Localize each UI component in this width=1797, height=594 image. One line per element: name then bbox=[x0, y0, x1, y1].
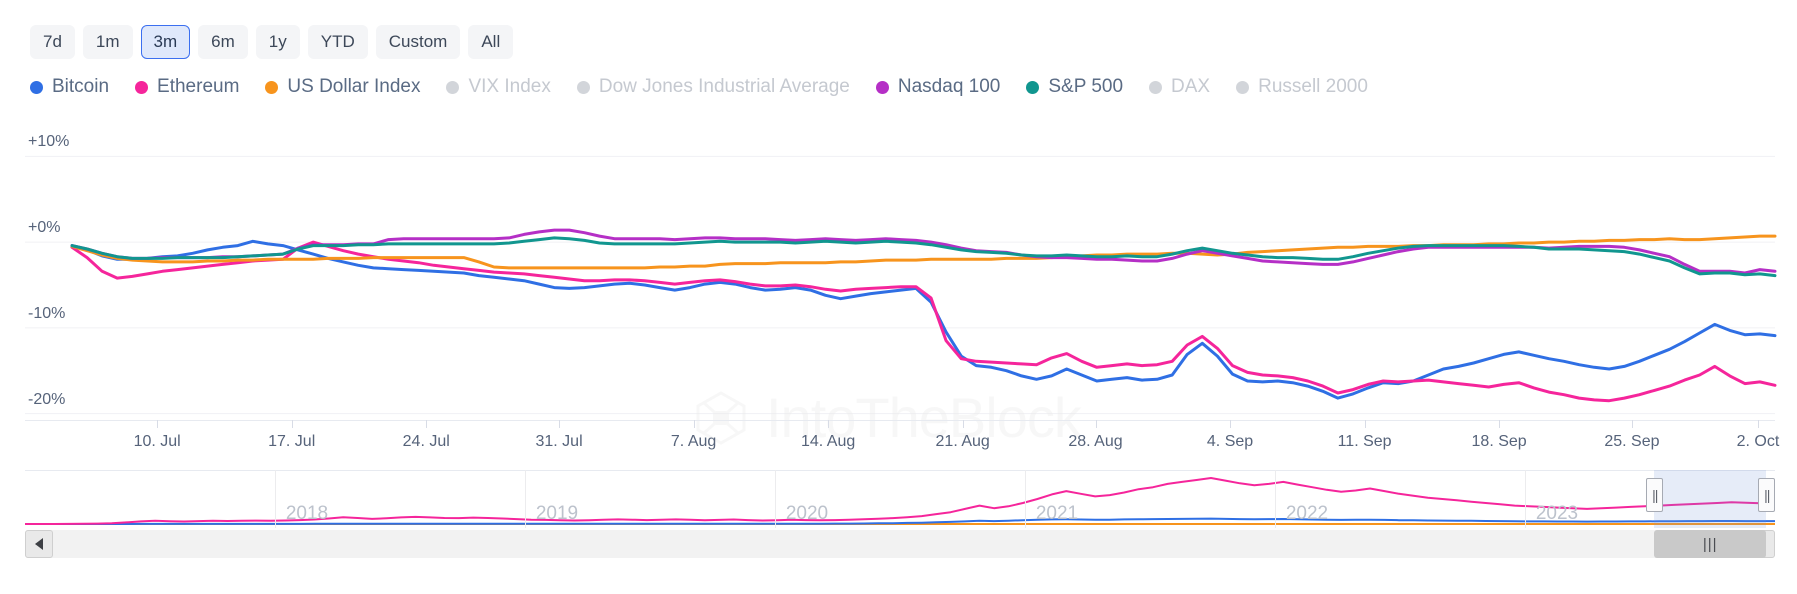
x-tick-mark bbox=[1230, 420, 1232, 428]
scroll-left-button[interactable] bbox=[25, 530, 53, 558]
legend-dot-icon bbox=[875, 80, 889, 94]
range-button-3m[interactable]: 3m bbox=[140, 25, 191, 59]
x-axis-label: 10. Jul bbox=[133, 433, 181, 450]
navigator-year-label: 2022 bbox=[1285, 503, 1329, 524]
range-button-1m[interactable]: 1m bbox=[82, 25, 133, 59]
legend-item-s-p-500[interactable]: S&P 500 bbox=[1026, 76, 1123, 98]
legend-label: DAX bbox=[1171, 76, 1211, 97]
left-arrow-icon bbox=[35, 538, 43, 550]
navigator-handle-left-glyph: || bbox=[1652, 487, 1658, 503]
chart-legend: Bitcoin Ethereum US Dollar Index VIX Index D… bbox=[30, 76, 1394, 98]
x-axis-label: 24. Jul bbox=[402, 433, 450, 450]
navigator-year-label: 2023 bbox=[1535, 503, 1579, 524]
legend-dot-icon bbox=[446, 80, 460, 94]
legend-dot-icon bbox=[1026, 80, 1040, 94]
x-axis: 10. Jul 17. Jul 24. Jul 31. Jul 7. Aug 14. Au… bbox=[0, 420, 1797, 460]
range-selector: 7d 1m 3m 6m 1y YTD Custom All bbox=[30, 25, 514, 59]
x-tick-mark bbox=[828, 420, 830, 428]
scrollbar-track[interactable] bbox=[25, 530, 1775, 558]
legend-item-vix-index[interactable]: VIX Index bbox=[446, 76, 551, 98]
navigator-scrollbar[interactable]: ||| bbox=[25, 530, 1775, 558]
series-lines bbox=[25, 155, 1777, 415]
legend-dot-icon bbox=[576, 80, 590, 94]
scrollbar-thumb[interactable]: ||| bbox=[1654, 530, 1767, 558]
x-tick-mark bbox=[1757, 420, 1759, 428]
range-button-7d[interactable]: 7d bbox=[30, 25, 75, 59]
range-button-6m[interactable]: 6m bbox=[198, 25, 248, 59]
navigator-gridline bbox=[1025, 470, 1026, 528]
range-button-custom[interactable]: Custom bbox=[375, 25, 461, 59]
navigator-gridline bbox=[525, 470, 526, 528]
x-axis-label: 18. Sep bbox=[1471, 433, 1527, 450]
x-axis-line bbox=[25, 420, 1775, 421]
series-line-ethereum bbox=[70, 240, 1777, 403]
x-axis-label: 31. Jul bbox=[535, 433, 583, 450]
x-tick-mark bbox=[559, 420, 561, 428]
legend-item-bitcoin[interactable]: Bitcoin bbox=[30, 76, 109, 98]
x-tick-mark bbox=[1499, 420, 1501, 428]
x-axis-label: 2. Oct bbox=[1736, 433, 1780, 450]
x-tick-mark bbox=[962, 420, 964, 428]
scrollbar-thumb-glyph: ||| bbox=[1702, 535, 1718, 553]
x-axis-label: 7. Aug bbox=[670, 433, 717, 450]
legend-item-dax[interactable]: DAX bbox=[1149, 76, 1210, 98]
navigator-gridline bbox=[275, 470, 276, 528]
navigator-gridline bbox=[775, 470, 776, 528]
legend-dot-icon bbox=[265, 80, 279, 94]
navigator-handle-right[interactable]: || bbox=[1758, 478, 1776, 512]
legend-label: Bitcoin bbox=[52, 76, 110, 97]
series-line-bitcoin bbox=[70, 239, 1777, 400]
series-line-nasdaq-100 bbox=[70, 228, 1777, 275]
x-tick-mark bbox=[693, 420, 695, 428]
navigator-handle-left[interactable]: || bbox=[1646, 478, 1664, 512]
x-tick-mark bbox=[426, 420, 428, 428]
legend-item-us-dollar-index[interactable]: US Dollar Index bbox=[265, 76, 420, 98]
x-tick-mark bbox=[157, 420, 159, 428]
navigator-year-label: 2018 bbox=[285, 503, 329, 524]
legend-label: S&P 500 bbox=[1048, 76, 1124, 97]
plot-area: +10% +0% -10% -20% IntoTheBlock bbox=[0, 133, 1797, 449]
legend-dot-icon bbox=[30, 80, 43, 94]
x-tick-mark bbox=[1095, 420, 1097, 428]
legend-label: Russell 2000 bbox=[1258, 76, 1368, 97]
x-axis-label: 25. Sep bbox=[1604, 433, 1660, 450]
navigator-year-label: 2021 bbox=[1035, 503, 1079, 524]
navigator-year-label: 2020 bbox=[785, 503, 829, 524]
range-button-ytd[interactable]: YTD bbox=[307, 25, 368, 59]
navigator-handle-right-glyph: || bbox=[1764, 487, 1770, 503]
navigator-selection[interactable] bbox=[1654, 470, 1767, 528]
legend-dot-icon bbox=[135, 80, 149, 94]
navigator-year-label: 2019 bbox=[535, 503, 579, 524]
legend-dot-icon bbox=[1236, 80, 1250, 94]
legend-label: US Dollar Index bbox=[287, 76, 421, 97]
legend-item-russell-2000[interactable]: Russell 2000 bbox=[1236, 76, 1368, 98]
x-tick-mark bbox=[1631, 420, 1633, 428]
legend-item-nasdaq-100[interactable]: Nasdaq 100 bbox=[875, 76, 1001, 98]
navigator-gridline bbox=[1275, 470, 1276, 528]
range-button-1y[interactable]: 1y bbox=[255, 25, 300, 59]
legend-label: Ethereum bbox=[157, 76, 240, 97]
x-tick-mark bbox=[291, 420, 293, 428]
x-tick-mark bbox=[1364, 420, 1366, 428]
range-button-all[interactable]: All bbox=[468, 25, 514, 59]
x-axis-label: 21. Aug bbox=[935, 433, 990, 450]
legend-dot-icon bbox=[1149, 80, 1163, 94]
comparison-chart-card: 7d 1m 3m 6m 1y YTD Custom All Bitcoin Ethereum US… bbox=[0, 0, 1797, 594]
x-axis-label: 11. Sep bbox=[1337, 433, 1392, 450]
legend-label: Nasdaq 100 bbox=[897, 76, 1001, 97]
x-axis-label: 4. Sep bbox=[1206, 433, 1254, 450]
legend-item-ethereum[interactable]: Ethereum bbox=[135, 76, 239, 98]
x-axis-label: 17. Jul bbox=[268, 433, 316, 450]
x-axis-label: 28. Aug bbox=[1068, 433, 1123, 450]
navigator-gridline bbox=[1525, 470, 1526, 528]
x-axis-label: 14. Aug bbox=[800, 433, 856, 450]
legend-label: Dow Jones Industrial Average bbox=[598, 76, 850, 97]
navigator[interactable]: 2018 2019 2020 2021 2022 2023 || || bbox=[25, 470, 1776, 528]
legend-label: VIX Index bbox=[468, 76, 551, 97]
legend-item-dow-jones-industrial-average[interactable]: Dow Jones Industrial Average bbox=[576, 76, 850, 98]
